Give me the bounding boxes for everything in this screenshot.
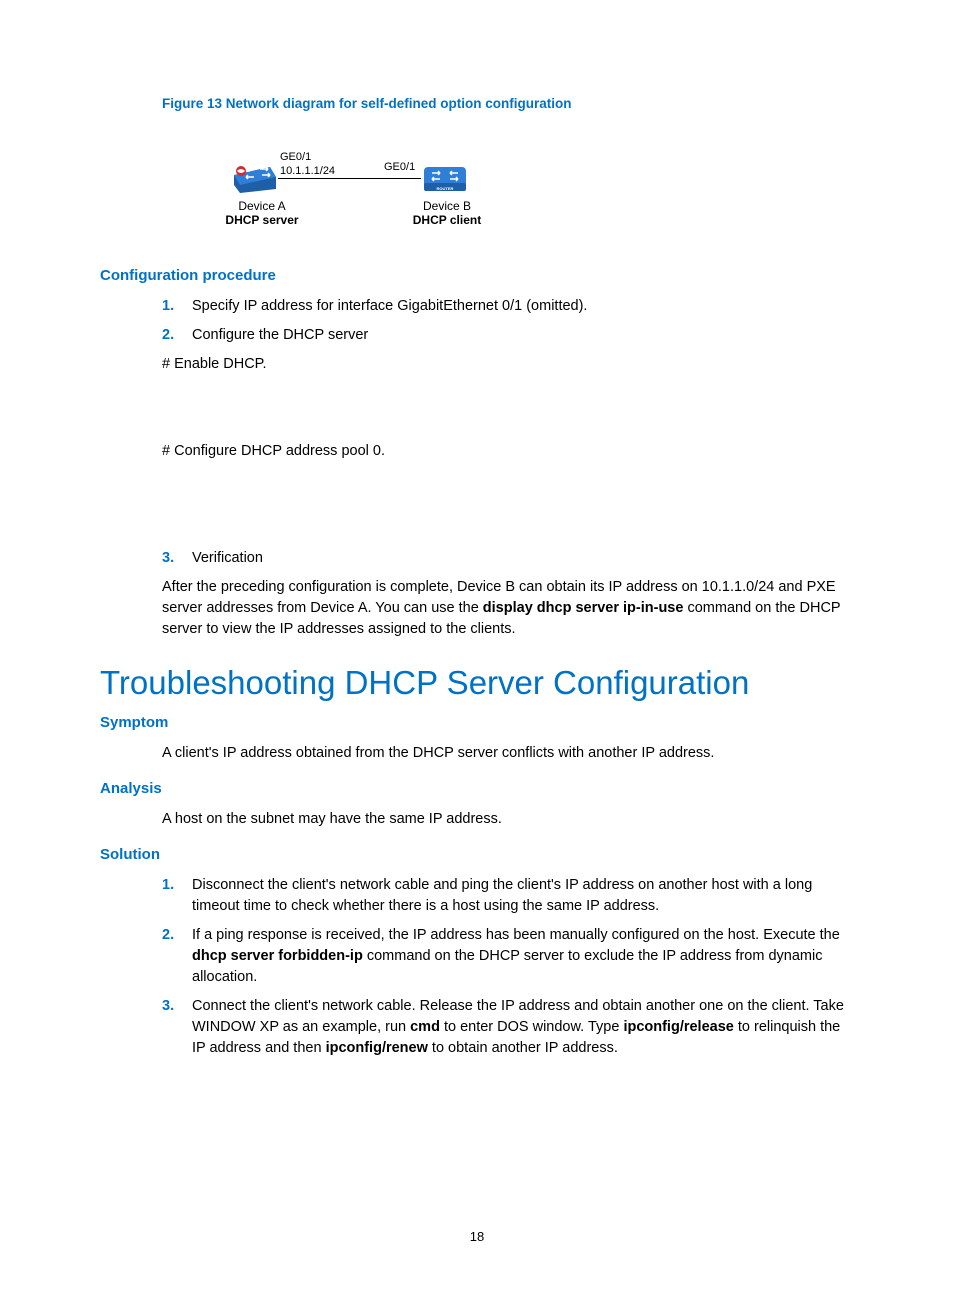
svg-text:ROUTER: ROUTER — [437, 186, 454, 191]
solution-heading: Solution — [100, 846, 854, 863]
enable-dhcp-text: # Enable DHCP. — [162, 354, 854, 375]
network-diagram: ROUTER GE0/1 10.1.1.1/24 GE0/1 Device A … — [162, 121, 432, 231]
interface-label: GE0/1 — [384, 161, 415, 173]
device-a-label: Device A DHCP server — [222, 199, 302, 227]
text-span: If a ping response is received, the IP a… — [192, 927, 840, 943]
command-text: ipconfig/release — [623, 1019, 733, 1035]
step-text: Configure the DHCP server — [192, 325, 854, 346]
list-number: 1. — [162, 296, 192, 317]
step-text: Connect the client's network cable. Rele… — [192, 996, 854, 1059]
verification-paragraph: After the preceding configuration is com… — [162, 577, 854, 640]
command-text: dhcp server forbidden-ip — [192, 948, 363, 964]
step-text: Specify IP address for interface Gigabit… — [192, 296, 854, 317]
device-role: DHCP client — [413, 213, 481, 227]
analysis-text: A host on the subnet may have the same I… — [130, 809, 854, 830]
text-span: to obtain another IP address. — [428, 1040, 618, 1056]
figure-caption: Figure 13 Network diagram for self-defin… — [162, 96, 854, 111]
symptom-text: A client's IP address obtained from the … — [130, 743, 854, 764]
ip-label: 10.1.1.1/24 — [280, 165, 335, 177]
config-steps: 1. Specify IP address for interface Giga… — [162, 296, 854, 346]
troubleshooting-title: Troubleshooting DHCP Server Configuratio… — [100, 664, 854, 702]
list-item: 1. Specify IP address for interface Giga… — [162, 296, 854, 317]
switch-icon — [232, 163, 278, 193]
interface-label: GE0/1 — [280, 151, 311, 163]
config-procedure-heading: Configuration procedure — [100, 267, 854, 284]
device-role: DHCP server — [225, 213, 298, 227]
solution-steps: 1. Disconnect the client's network cable… — [162, 875, 854, 1059]
device-name: Device B — [423, 199, 471, 213]
list-number: 1. — [162, 875, 192, 917]
command-text: cmd — [410, 1019, 440, 1035]
router-icon: ROUTER — [422, 163, 468, 193]
list-item: 1. Disconnect the client's network cable… — [162, 875, 854, 917]
connection-line — [278, 178, 421, 179]
list-item: 2. Configure the DHCP server — [162, 325, 854, 346]
list-item: 3. Verification — [162, 548, 854, 569]
symptom-heading: Symptom — [100, 714, 854, 731]
list-number: 2. — [162, 925, 192, 988]
configure-pool-text: # Configure DHCP address pool 0. — [162, 441, 854, 462]
command-text: display dhcp server ip-in-use — [483, 600, 684, 616]
step-text: Disconnect the client's network cable an… — [192, 875, 854, 917]
list-number: 3. — [162, 548, 192, 569]
step-text: Verification — [192, 548, 854, 569]
step-text: If a ping response is received, the IP a… — [192, 925, 854, 988]
command-text: ipconfig/renew — [326, 1040, 428, 1056]
device-b-label: Device B DHCP client — [407, 199, 487, 227]
config-steps-cont: 3. Verification — [162, 548, 854, 569]
list-item: 3. Connect the client's network cable. R… — [162, 996, 854, 1059]
text-span: to enter DOS window. Type — [440, 1019, 624, 1035]
device-name: Device A — [238, 199, 285, 213]
list-number: 2. — [162, 325, 192, 346]
page: Figure 13 Network diagram for self-defin… — [0, 0, 954, 1294]
analysis-heading: Analysis — [100, 780, 854, 797]
list-number: 3. — [162, 996, 192, 1059]
page-number: 18 — [0, 1229, 954, 1244]
list-item: 2. If a ping response is received, the I… — [162, 925, 854, 988]
